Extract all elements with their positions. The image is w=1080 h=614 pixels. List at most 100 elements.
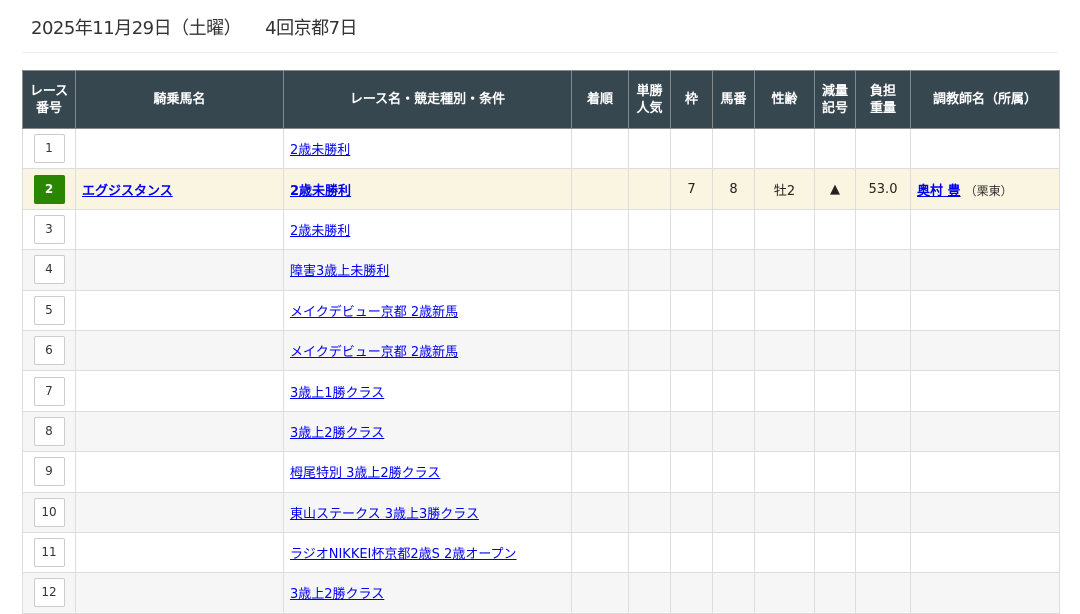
race-number-button[interactable]: 7 xyxy=(33,376,65,406)
table-row: 7 3歳上1勝クラス xyxy=(22,370,1060,412)
race-link[interactable]: 障害3歳上未勝利 xyxy=(290,264,389,279)
race-cell: 東山ステークス 3歳上3勝クラス xyxy=(283,491,572,533)
race-link[interactable]: 3歳上2勝クラス xyxy=(290,426,384,441)
sexage-cell xyxy=(754,289,815,331)
race-number-button[interactable]: 3 xyxy=(33,214,65,244)
trainer-cell xyxy=(910,572,1060,614)
mark-cell xyxy=(814,410,856,453)
race-number-cell: 1 xyxy=(22,127,76,170)
pop-cell xyxy=(628,329,671,372)
race-link[interactable]: 東山ステークス 3歳上3勝クラス xyxy=(290,507,479,522)
pop-cell xyxy=(628,491,671,533)
pop-cell xyxy=(628,127,671,170)
mark-cell: ▲ xyxy=(814,168,856,210)
race-number-cell: 12 xyxy=(22,572,76,614)
table-row: 9 栂尾特別 3歳上2勝クラス xyxy=(22,451,1060,493)
rank-cell xyxy=(571,491,629,533)
table-row: 5 メイクデビュー京都 2歳新馬 xyxy=(22,289,1060,331)
umaban-cell xyxy=(712,370,755,412)
race-link[interactable]: ラジオNIKKEI杯京都2歳S 2歳オープン xyxy=(290,547,517,562)
trainer-cell xyxy=(910,249,1060,291)
race-number-cell: 5 xyxy=(22,289,76,331)
mark-cell xyxy=(814,451,856,493)
umaban-cell xyxy=(712,410,755,453)
race-number-button[interactable]: 5 xyxy=(33,295,65,325)
trainer-cell xyxy=(910,531,1060,574)
horse-cell xyxy=(75,329,284,372)
trainer-cell: 奥村 豊 （栗東） xyxy=(910,168,1060,210)
trainer-cell xyxy=(910,289,1060,331)
race-table: レース 番号 騎乗馬名 レース名・競走種別・条件 着順 単勝 人気枠馬番 性齢 減量 記号 負担 重量… xyxy=(22,70,1060,614)
divider xyxy=(22,52,1058,53)
col-race-number: レース 番号 xyxy=(22,70,76,129)
waku-cell xyxy=(670,329,713,372)
race-link[interactable]: 3歳上2勝クラス xyxy=(290,587,384,602)
race-cell: 3歳上2勝クラス xyxy=(283,410,572,453)
race-link[interactable]: 3歳上1勝クラス xyxy=(290,386,384,401)
waku-cell xyxy=(670,572,713,614)
race-number-button[interactable]: 6 xyxy=(33,336,65,366)
waku-cell xyxy=(670,531,713,574)
weight-cell xyxy=(855,451,911,493)
sexage-cell xyxy=(754,491,815,533)
weight-cell xyxy=(855,491,911,533)
race-number-button[interactable]: 10 xyxy=(33,497,65,527)
col-carried-weight: 負担 重量 xyxy=(855,70,911,129)
page-title: 2025年11月29日（土曜） 4回京都7日 xyxy=(31,14,381,40)
race-number-button[interactable]: 1 xyxy=(33,134,65,164)
horse-link[interactable]: エグジスタンス xyxy=(82,184,173,199)
umaban-cell xyxy=(712,208,755,251)
race-number-button[interactable]: 4 xyxy=(33,255,65,285)
race-number-button[interactable]: 8 xyxy=(33,416,65,446)
weight-cell xyxy=(855,329,911,372)
waku-cell xyxy=(670,410,713,453)
race-number-cell: 10 xyxy=(22,491,76,533)
table-row: 6 メイクデビュー京都 2歳新馬 xyxy=(22,329,1060,372)
horse-cell: エグジスタンス xyxy=(75,168,284,210)
pop-cell xyxy=(628,208,671,251)
mark-cell xyxy=(814,370,856,412)
col-sex-age: 性齢 xyxy=(754,70,815,129)
race-link[interactable]: 栂尾特別 3歳上2勝クラス xyxy=(290,466,440,481)
umaban-cell xyxy=(712,249,755,291)
umaban-cell xyxy=(712,531,755,574)
race-link[interactable]: メイクデビュー京都 2歳新馬 xyxy=(290,345,458,360)
race-number-cell: 4 xyxy=(22,249,76,291)
race-number-cell: 6 xyxy=(22,329,76,372)
horse-cell xyxy=(75,572,284,614)
race-number-button[interactable]: 9 xyxy=(33,457,65,487)
rank-cell xyxy=(571,289,629,331)
race-link[interactable]: 2歳未勝利 xyxy=(290,184,351,199)
table-row: 3 2歳未勝利 xyxy=(22,208,1060,251)
rank-cell xyxy=(571,329,629,372)
col-finish-order: 着順 xyxy=(571,70,629,129)
table-row: 8 3歳上2勝クラス xyxy=(22,410,1060,453)
table-header: レース 番号 騎乗馬名 レース名・競走種別・条件 着順 単勝 人気枠馬番 性齢 減量 記号 負担 重量… xyxy=(22,70,1060,129)
race-number-button[interactable]: 2 xyxy=(33,174,65,204)
rank-cell xyxy=(571,370,629,412)
table-row: 11 ラジオNIKKEI杯京都2歳S 2歳オープン xyxy=(22,531,1060,574)
race-link[interactable]: 2歳未勝利 xyxy=(290,143,350,158)
race-cell: 3歳上1勝クラス xyxy=(283,370,572,412)
trainer-link[interactable]: 奥村 豊 xyxy=(917,184,961,199)
mark-cell xyxy=(814,208,856,251)
race-link[interactable]: 2歳未勝利 xyxy=(290,224,350,239)
rank-cell xyxy=(571,168,629,210)
waku-cell xyxy=(670,208,713,251)
waku-cell xyxy=(670,370,713,412)
race-number-cell: 9 xyxy=(22,451,76,493)
race-link[interactable]: メイクデビュー京都 2歳新馬 xyxy=(290,305,458,320)
sexage-cell xyxy=(754,208,815,251)
mark-cell xyxy=(814,249,856,291)
trainer-cell xyxy=(910,208,1060,251)
race-cell: 栂尾特別 3歳上2勝クラス xyxy=(283,451,572,493)
sexage-cell xyxy=(754,249,815,291)
race-number-button[interactable]: 12 xyxy=(33,578,65,608)
sexage-cell xyxy=(754,329,815,372)
race-number-cell: 7 xyxy=(22,370,76,412)
horse-cell xyxy=(75,249,284,291)
trainer-cell xyxy=(910,329,1060,372)
pop-cell xyxy=(628,289,671,331)
race-number-button[interactable]: 11 xyxy=(33,538,65,568)
weight-cell xyxy=(855,249,911,291)
